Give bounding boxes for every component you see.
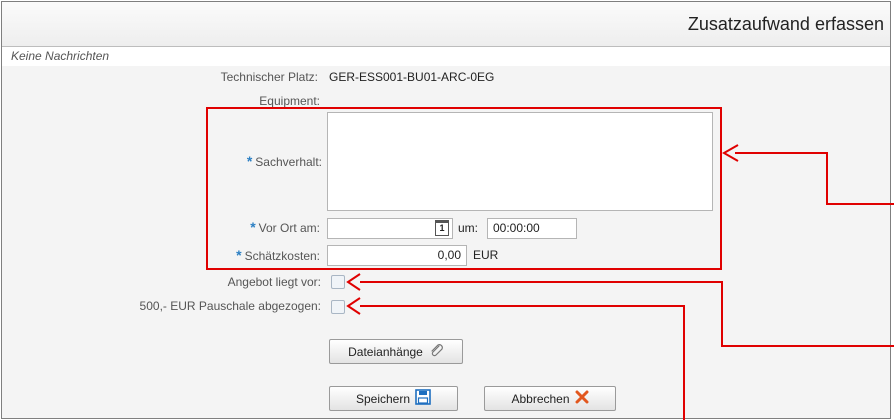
annotation-line [735,152,828,154]
save-button[interactable]: Speichern [329,386,458,411]
annotation-box [206,107,722,270]
annotation-line [721,345,894,347]
cancel-button[interactable]: Abbrechen [484,386,616,411]
annotation-arrow-icon [722,144,739,162]
window-title: Zusatzaufwand erfassen [687,14,884,34]
technischer-platz-value: GER-ESS001-BU01-ARC-0EG [329,70,495,84]
pauschale-label: 500,- EUR Pauschale abgezogen: [139,299,321,313]
cancel-button-label: Abbrechen [511,391,570,406]
annotation-line [826,152,828,205]
message-bar: Keine Nachrichten [2,47,890,67]
technischer-platz-label: Technischer Platz: [220,70,318,84]
equipment-label: Equipment: [259,94,320,108]
annotation-line [826,203,894,205]
attachments-button[interactable]: Dateianhänge [329,339,463,364]
annotation-line [360,281,723,283]
annotation-line [721,281,723,347]
save-button-label: Speichern [355,391,411,406]
floppy-disk-icon [415,389,431,408]
red-x-icon [575,390,589,407]
annotation-arrow-icon [346,297,361,315]
title-bar: Zusatzaufwand erfassen [2,2,890,47]
annotation-line [360,305,685,307]
angebot-checkbox[interactable] [331,275,345,289]
annotation-line [683,305,685,420]
pauschale-checkbox[interactable] [331,300,345,314]
attachments-button-label: Dateianhänge [348,344,423,359]
paperclip-icon [428,343,444,360]
message-text: Keine Nachrichten [11,49,110,63]
angebot-label: Angebot liegt vor: [227,275,321,289]
annotation-arrow-icon [346,273,361,291]
